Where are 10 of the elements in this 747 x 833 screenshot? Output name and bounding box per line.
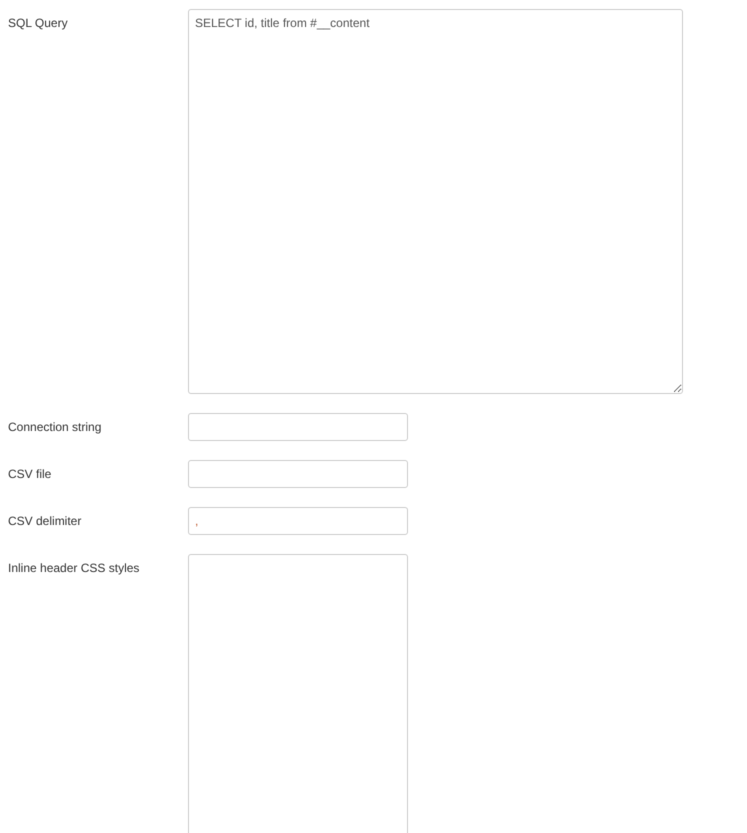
- text-area[interactable]: [188, 554, 408, 833]
- field-label: Connection string: [8, 419, 102, 435]
- input-field[interactable]: ,: [188, 507, 408, 535]
- field-label: CSV file: [8, 466, 52, 482]
- input-field[interactable]: [188, 413, 408, 441]
- field-label: SQL Query: [8, 15, 69, 31]
- field-label: Inline header CSS styles: [8, 560, 140, 576]
- text-area[interactable]: SELECT id, title from #__content: [188, 9, 683, 394]
- input-field[interactable]: [188, 460, 408, 488]
- field-label: CSV delimiter: [8, 513, 82, 529]
